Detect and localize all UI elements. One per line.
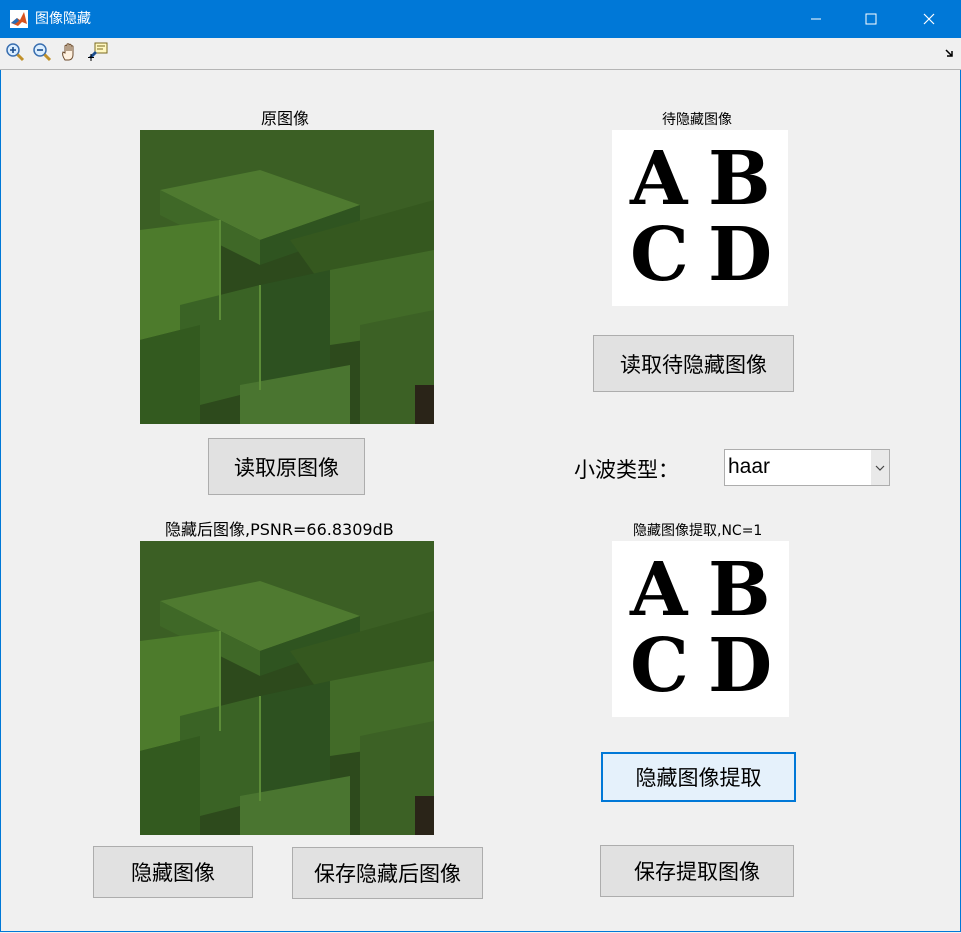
zoom-in-tool[interactable] (4, 41, 26, 63)
extracted-letter: B (708, 547, 771, 633)
pan-tool[interactable] (59, 41, 81, 63)
original-image (140, 130, 434, 424)
secret-letter: B (708, 136, 771, 222)
maximize-button[interactable] (842, 0, 900, 38)
wavelet-type-value: haar (728, 455, 771, 478)
close-button[interactable] (900, 0, 958, 38)
extracted-letter: A (630, 547, 688, 633)
matlab-icon (10, 10, 28, 28)
zoom-in-icon (6, 43, 25, 62)
secret-letter: A (630, 136, 688, 222)
secret-image-title: 待隐藏图像 (662, 112, 732, 128)
dock-arrow-icon[interactable] (945, 48, 955, 58)
data-cursor-icon (88, 42, 108, 61)
stego-image-title: 隐藏后图像,PSNR=66.8309dB (165, 520, 394, 539)
secret-letter: D (708, 212, 773, 298)
stego-image (140, 541, 434, 835)
secret-letter: C (630, 212, 689, 298)
minimize-button[interactable] (787, 0, 845, 38)
extracted-image: A B C D (612, 541, 789, 717)
save-stego-button[interactable]: 保存隐藏后图像 (292, 847, 483, 899)
extract-button[interactable]: 隐藏图像提取 (601, 752, 796, 802)
maximize-icon (865, 13, 877, 25)
hide-image-button[interactable]: 隐藏图像 (93, 846, 253, 898)
window-title: 图像隐藏 (35, 11, 91, 27)
save-extracted-button[interactable]: 保存提取图像 (600, 845, 794, 897)
original-image-title: 原图像 (261, 109, 310, 128)
read-original-button[interactable]: 读取原图像 (208, 438, 365, 495)
zoom-out-icon (33, 43, 52, 62)
chevron-down-icon (875, 465, 885, 471)
minimize-icon (811, 18, 821, 20)
secret-image: A B C D (612, 130, 788, 306)
pan-hand-icon (62, 43, 74, 61)
title-bar: 图像隐藏 (0, 0, 961, 38)
extracted-letter: D (708, 623, 773, 709)
dropdown-arrow[interactable] (871, 450, 889, 485)
figure-toolbar (0, 38, 961, 70)
zoom-out-tool[interactable] (31, 41, 53, 63)
wavelet-type-label: 小波类型： (574, 458, 679, 482)
extracted-letter: C (630, 623, 689, 709)
data-cursor-tool[interactable] (87, 41, 109, 63)
close-icon (923, 13, 935, 25)
extracted-image-title: 隐藏图像提取,NC=1 (633, 523, 763, 539)
wavelet-type-select[interactable]: haar (724, 449, 890, 486)
read-secret-button[interactable]: 读取待隐藏图像 (593, 335, 794, 392)
